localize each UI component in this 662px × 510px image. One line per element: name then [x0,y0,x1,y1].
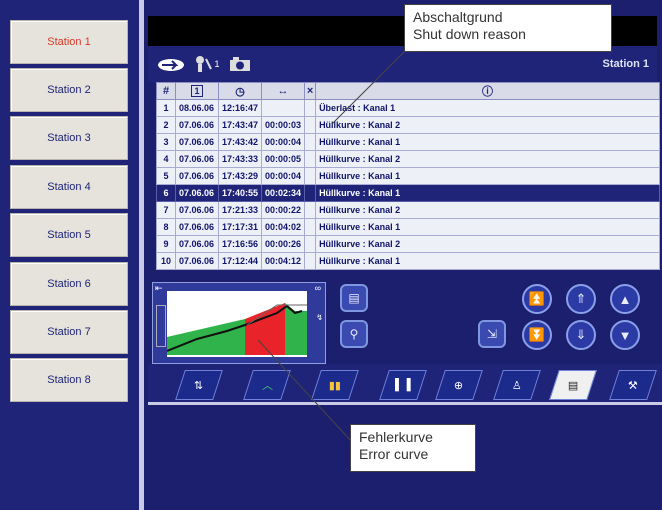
callout-leaders [257,43,413,443]
callout-error-en: Error curve [359,446,429,462]
callout-error-de: Fehlerkurve [359,429,433,445]
callout-shutdown-en: Shut down reason [413,26,526,42]
callout-error-curve: Fehlerkurve Error curve [350,424,476,472]
callout-shutdown-reason: Abschaltgrund Shut down reason [404,4,612,52]
callout-shutdown-de: Abschaltgrund [413,9,503,25]
